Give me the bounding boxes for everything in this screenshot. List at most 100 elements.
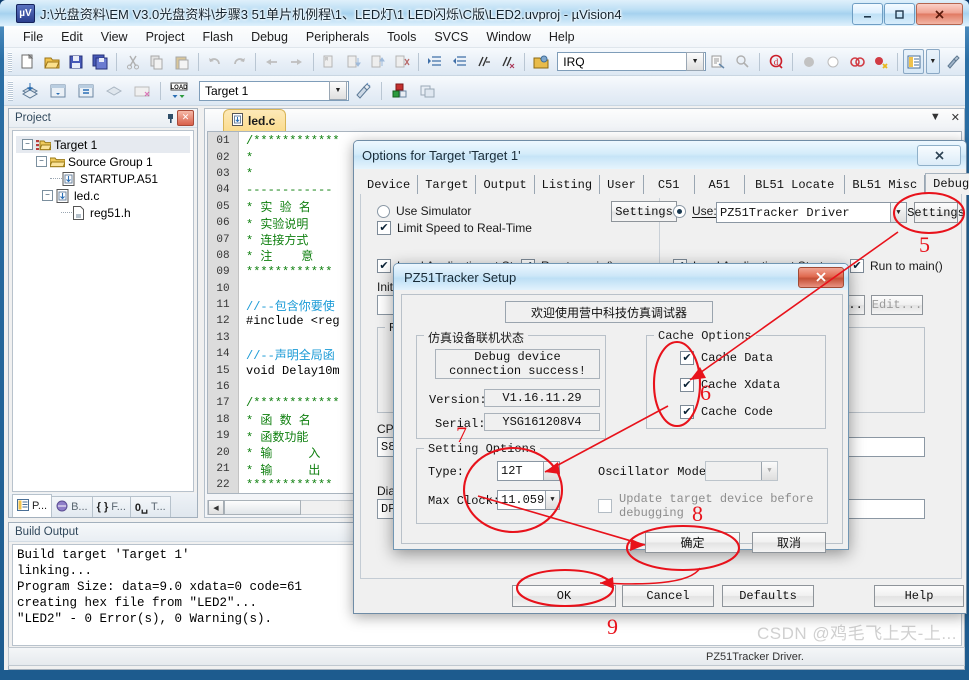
rebuild-icon[interactable] [73, 78, 99, 103]
menu-debug[interactable]: Debug [242, 28, 297, 46]
close-icon[interactable]: ✕ [177, 110, 194, 126]
limit-speed-row[interactable]: ✔ Limit Speed to Real-Time [377, 221, 532, 235]
pz51-dialog-close-button[interactable] [798, 266, 844, 288]
settings-button[interactable]: Settings [907, 202, 965, 223]
cache-xdata-checkbox[interactable]: ✔ [680, 378, 694, 392]
tree-node-reg51-h[interactable]: reg51.h [16, 204, 190, 221]
options-dialog-close-button[interactable] [917, 144, 961, 166]
update-target-checkbox[interactable] [598, 499, 612, 513]
chevron-down-icon[interactable]: ▼ [761, 462, 777, 480]
type-combo[interactable]: 12T ▼ [497, 461, 560, 481]
max-clock-combo[interactable]: 11.0592 ▼ [497, 490, 560, 510]
chevron-down-icon[interactable]: ▼ [890, 203, 906, 222]
navigate-forward-icon[interactable] [285, 49, 307, 74]
batch-build-icon[interactable] [101, 78, 127, 103]
defaults-button[interactable]: Defaults [722, 585, 814, 607]
close-button[interactable] [916, 3, 963, 25]
tab-listing[interactable]: Listing [535, 175, 601, 194]
run-to-main-right-row[interactable]: ✔ Run to main() [850, 259, 943, 273]
cache-data-checkbox[interactable]: ✔ [680, 351, 694, 365]
menu-tools[interactable]: Tools [378, 28, 425, 46]
disable-all-breakpoints-icon[interactable] [846, 49, 868, 74]
expander-icon[interactable]: − [22, 139, 33, 150]
chevron-down-icon[interactable]: ▼ [544, 491, 559, 509]
bookmark-toggle-icon[interactable] [318, 49, 340, 74]
translate-icon[interactable] [17, 78, 43, 103]
tree-node-startup-a51[interactable]: STARTUP.A51 [16, 170, 190, 187]
cache-code-row[interactable]: ✔ Cache Code [680, 405, 773, 419]
target-options-icon[interactable] [350, 78, 376, 103]
pin-icon[interactable] [163, 111, 177, 125]
pz51-ok-button[interactable]: 确定 [645, 532, 740, 553]
bookmark-next-icon[interactable] [343, 49, 365, 74]
scroll-thumb[interactable] [224, 500, 301, 515]
tab-functions[interactable]: { } F... [91, 496, 131, 517]
tab-c51[interactable]: C51 [644, 175, 695, 194]
menu-window[interactable]: Window [477, 28, 539, 46]
chevron-down-icon[interactable]: ▼ [930, 111, 941, 124]
find-in-files-icon[interactable] [707, 49, 729, 74]
pz51-cancel-button[interactable]: 取消 [752, 532, 826, 553]
menu-project[interactable]: Project [137, 28, 194, 46]
menu-edit[interactable]: Edit [52, 28, 92, 46]
copy-icon[interactable] [146, 49, 168, 74]
tab-project[interactable]: P... [12, 494, 53, 517]
cancel-button[interactable]: Cancel [622, 585, 714, 607]
tab-output[interactable]: Output [476, 175, 535, 194]
chevron-down-icon[interactable]: ▼ [543, 462, 559, 480]
menu-peripherals[interactable]: Peripherals [297, 28, 378, 46]
run-to-main-right-checkbox[interactable]: ✔ [850, 259, 864, 273]
cut-icon[interactable] [122, 49, 144, 74]
tab-books[interactable]: B... [51, 496, 93, 517]
menu-view[interactable]: View [92, 28, 137, 46]
tab-a51[interactable]: A51 [695, 175, 746, 194]
ok-button[interactable]: OK [512, 585, 616, 607]
chevron-down-icon[interactable]: ▼ [329, 81, 347, 100]
uncomment-icon[interactable] [497, 49, 519, 74]
paste-icon[interactable] [171, 49, 193, 74]
menu-svcs[interactable]: SVCS [425, 28, 477, 46]
close-icon[interactable]: ✕ [951, 111, 960, 124]
kill-all-breakpoints-icon[interactable] [870, 49, 892, 74]
menu-flash[interactable]: Flash [193, 28, 242, 46]
scroll-left-icon[interactable]: ◀ [208, 500, 224, 515]
tree-node-led-c[interactable]: − led.c [16, 187, 190, 204]
use-driver-radio-row[interactable]: Use: [673, 204, 717, 218]
build-icon[interactable] [45, 78, 71, 103]
incremental-find-icon[interactable] [731, 49, 753, 74]
manage-components-icon[interactable] [387, 78, 413, 103]
limit-speed-checkbox[interactable]: ✔ [377, 221, 391, 235]
tab-debug[interactable]: Debug [925, 173, 969, 195]
tree-node-target[interactable]: − Target 1 [16, 136, 190, 153]
menu-help[interactable]: Help [540, 28, 584, 46]
use-simulator-radio[interactable] [377, 204, 390, 218]
tab-device[interactable]: Device [360, 175, 419, 194]
settings-left-button[interactable]: Settings [611, 201, 677, 222]
minimize-button[interactable] [852, 3, 883, 25]
stop-build-icon[interactable] [129, 78, 155, 103]
toolbar-grip[interactable] [7, 51, 13, 72]
help-button[interactable]: Help [874, 585, 964, 607]
update-target-row[interactable]: Update target device before debugging [598, 492, 842, 520]
redo-icon[interactable] [228, 49, 250, 74]
menu-file[interactable]: File [14, 28, 52, 46]
cache-xdata-row[interactable]: ✔ Cache Xdata [680, 378, 780, 392]
maximize-button[interactable] [884, 3, 915, 25]
cache-code-checkbox[interactable]: ✔ [680, 405, 694, 419]
expander-icon[interactable]: − [36, 156, 47, 167]
cache-data-row[interactable]: ✔ Cache Data [680, 351, 773, 365]
comment-icon[interactable] [473, 49, 495, 74]
bookmark-prev-icon[interactable] [367, 49, 389, 74]
navigate-back-icon[interactable] [261, 49, 283, 74]
breakpoint-disabled-icon[interactable] [797, 49, 819, 74]
open-include-icon[interactable] [530, 49, 552, 74]
chevron-down-icon[interactable]: ▼ [686, 52, 705, 71]
manage-windows-icon[interactable] [903, 49, 924, 74]
manage-multiproject-icon[interactable] [415, 78, 441, 103]
use-simulator-radio-row[interactable]: Use Simulator [377, 204, 471, 218]
debug-start-icon[interactable]: d [764, 49, 786, 74]
indent-icon[interactable] [424, 49, 446, 74]
editor-tab-led-c[interactable]: led.c [223, 109, 287, 131]
undo-icon[interactable] [204, 49, 226, 74]
chevron-down-icon[interactable]: ▼ [925, 49, 940, 74]
